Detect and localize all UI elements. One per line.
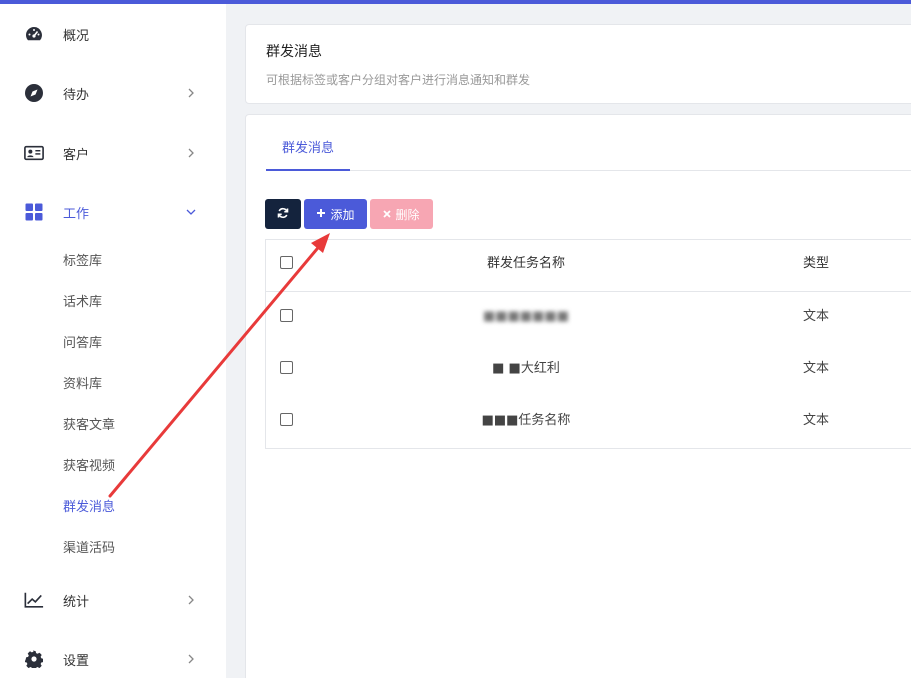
table-header-row: 群发任务名称 类型	[266, 240, 911, 292]
sidebar: 概况 待办 客户 工作 标签库 话术库 问答库 资料库 获客文章 获客视频 群发…	[0, 4, 226, 678]
contact-card-icon	[24, 143, 44, 163]
dashboard-gauge-icon	[24, 24, 44, 44]
type-cell: 文本	[803, 309, 830, 324]
sidebar-item-todo[interactable]: 待办	[0, 73, 226, 113]
sidebar-item-customer[interactable]: 客户	[0, 133, 226, 173]
close-icon	[383, 207, 392, 221]
sidebar-item-work[interactable]: 工作	[0, 192, 226, 232]
tab-bar: 群发消息	[266, 115, 911, 171]
chevron-right-icon	[186, 595, 196, 605]
grid-icon	[24, 202, 44, 222]
sidebar-subitem-qa-library[interactable]: 问答库	[63, 332, 102, 351]
plus-icon	[316, 207, 326, 221]
row-checkbox[interactable]	[280, 361, 293, 374]
page-title: 群发消息	[266, 44, 322, 60]
add-button-label: 添加	[330, 207, 355, 222]
sidebar-item-label: 待办	[63, 87, 90, 103]
sidebar-item-label: 工作	[63, 206, 90, 222]
row-checkbox[interactable]	[280, 413, 293, 426]
column-header-task-name: 群发任务名称	[486, 256, 565, 271]
chevron-right-icon	[186, 88, 196, 98]
sidebar-item-label: 概况	[63, 28, 90, 44]
page-subtitle: 可根据标签或客户分组对客户进行消息通知和群发	[266, 73, 531, 87]
task-name-cell: ■ ■大红利	[492, 361, 560, 376]
task-name-cell: ■■■■■■■	[483, 309, 569, 324]
select-all-checkbox[interactable]	[280, 256, 293, 269]
sidebar-item-settings[interactable]: 设置	[0, 639, 226, 678]
tab-mass-message[interactable]: 群发消息	[266, 115, 351, 171]
delete-button[interactable]: 删除	[370, 199, 433, 229]
sidebar-subitem-material-library[interactable]: 资料库	[63, 373, 102, 392]
table-row: ■ ■大红利 文本	[266, 345, 911, 397]
delete-button-label: 删除	[395, 207, 420, 222]
sidebar-item-label: 设置	[63, 653, 90, 669]
sidebar-subitem-mass-message[interactable]: 群发消息	[63, 496, 115, 515]
compass-icon	[24, 83, 44, 103]
sidebar-subitem-channel-code[interactable]: 渠道活码	[63, 537, 115, 556]
add-button[interactable]: 添加	[304, 199, 367, 229]
chevron-down-icon	[186, 207, 196, 217]
sidebar-subitem-script-library[interactable]: 话术库	[63, 291, 102, 310]
refresh-icon	[277, 207, 289, 222]
sidebar-subitem-lead-videos[interactable]: 获客视频	[63, 455, 115, 474]
gear-icon	[24, 649, 44, 669]
sidebar-item-label: 统计	[63, 594, 90, 610]
chevron-right-icon	[186, 148, 196, 158]
line-chart-icon	[24, 590, 44, 610]
sidebar-subitem-tag-library[interactable]: 标签库	[63, 250, 102, 269]
chevron-right-icon	[186, 654, 196, 664]
mass-message-table: 群发任务名称 类型 ■■■■■■■ 文本 ■ ■大红利 文本 ■■■任务名称 文…	[265, 239, 911, 449]
type-cell: 文本	[803, 413, 830, 428]
type-cell: 文本	[803, 361, 830, 376]
sidebar-subitem-lead-articles[interactable]: 获客文章	[63, 414, 115, 433]
sidebar-item-label: 客户	[63, 147, 90, 163]
content-card: 群发消息 添加 删除 群发任务名称 类型 ■■■■■■■ 文本 ■ ■大红利 文…	[245, 114, 911, 678]
sidebar-item-overview[interactable]: 概况	[0, 14, 226, 54]
main-content: 群发消息 可根据标签或客户分组对客户进行消息通知和群发 群发消息 添加 删除 群…	[226, 4, 911, 678]
page-header-card: 群发消息 可根据标签或客户分组对客户进行消息通知和群发	[245, 24, 911, 104]
task-name-cell: ■■■任务名称	[481, 413, 571, 428]
refresh-button[interactable]	[265, 199, 301, 229]
row-checkbox[interactable]	[280, 309, 293, 322]
column-header-type: 类型	[803, 256, 830, 271]
table-row: ■■■任务名称 文本	[266, 397, 911, 449]
sidebar-item-statistics[interactable]: 统计	[0, 580, 226, 620]
table-row: ■■■■■■■ 文本	[266, 293, 911, 345]
